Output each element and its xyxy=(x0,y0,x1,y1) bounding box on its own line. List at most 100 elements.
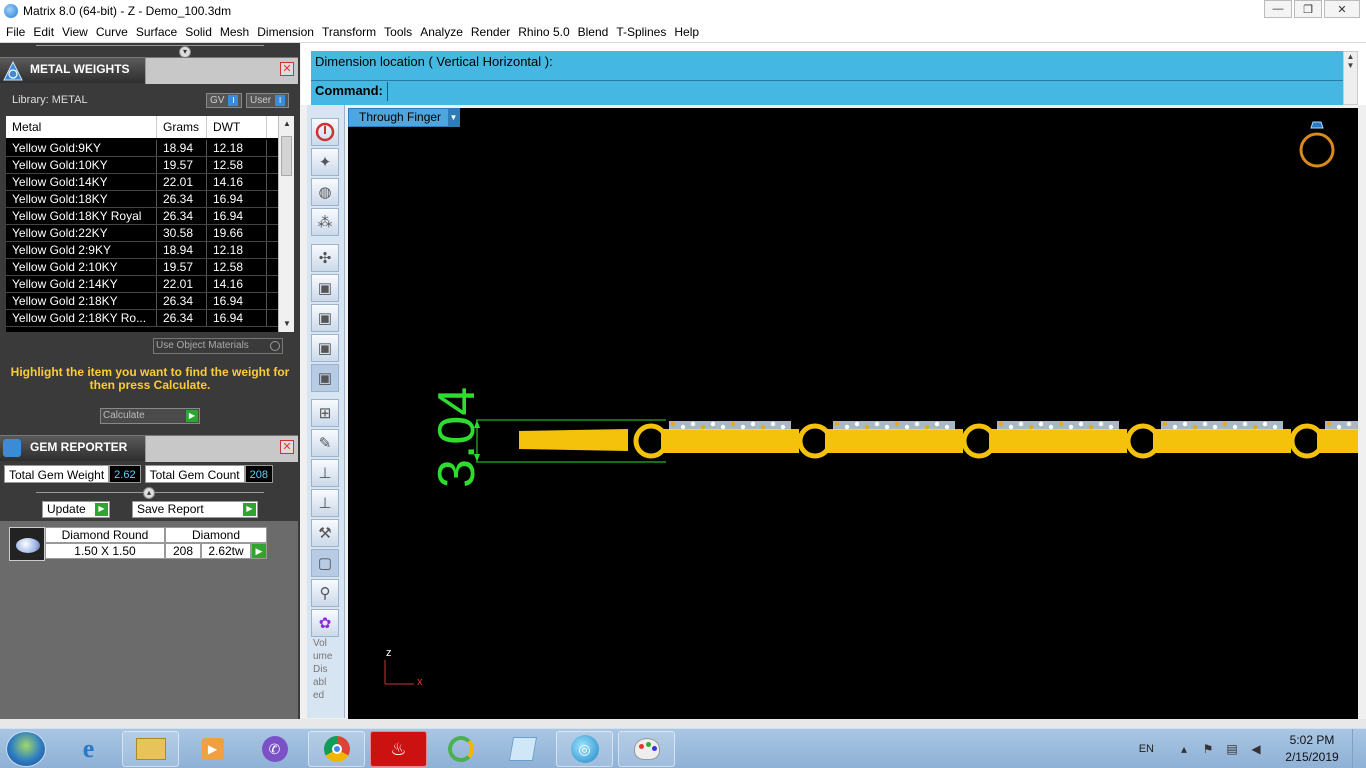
user-toggle[interactable]: User I xyxy=(246,93,290,108)
column-metal[interactable]: Metal xyxy=(6,116,157,138)
viewport-canvas[interactable]: 3.04 z x xyxy=(348,108,1358,719)
menu-rhino[interactable]: Rhino 5.0 xyxy=(514,25,573,39)
scroll-thumb[interactable] xyxy=(281,136,292,176)
coccoc-icon[interactable] xyxy=(432,731,489,767)
clock[interactable]: 5:02 PM 2/15/2019 xyxy=(1272,732,1352,766)
metal-table-scrollbar[interactable]: ▲ ▼ xyxy=(278,116,294,332)
radio-icon[interactable] xyxy=(270,341,280,351)
off-tool-icon[interactable]: ⊥ xyxy=(311,459,339,487)
notepad-icon[interactable] xyxy=(494,731,551,767)
scroll-up-icon[interactable]: ▲ xyxy=(1344,52,1357,61)
menu-mesh[interactable]: Mesh xyxy=(216,25,253,39)
menu-tsplines[interactable]: T-Splines xyxy=(612,25,670,39)
box-view-4-icon[interactable]: ▣ xyxy=(311,364,339,392)
scroll-down-icon[interactable]: ▼ xyxy=(1344,61,1357,70)
maximize-button[interactable]: ❐ xyxy=(1294,0,1322,18)
internet-explorer-icon[interactable]: e xyxy=(60,731,117,767)
gem-list-item[interactable]: Diamond Round Diamond 1.50 X 1.50 208 2.… xyxy=(9,527,267,561)
chrome-icon[interactable] xyxy=(308,731,365,767)
menu-view[interactable]: View xyxy=(58,25,92,39)
pinwheel-icon[interactable]: ✦ xyxy=(311,148,339,176)
walk-icon[interactable]: ⚲ xyxy=(311,579,339,607)
menu-transform[interactable]: Transform xyxy=(318,25,380,39)
hammer-icon[interactable]: ⚒ xyxy=(311,519,339,547)
menu-analyze[interactable]: Analyze xyxy=(416,25,467,39)
panel-splitter[interactable]: ▾ xyxy=(36,45,264,58)
speaker-icon[interactable]: ◀ xyxy=(1248,741,1264,757)
table-row[interactable]: Yellow Gold:9KY 18.94 12.18 xyxy=(6,140,278,157)
viber-icon[interactable]: ✆ xyxy=(246,731,303,767)
table-row[interactable]: Yellow Gold:10KY 19.57 12.58 xyxy=(6,157,278,174)
chevron-down-icon[interactable]: ▼ xyxy=(448,109,459,126)
menu-file[interactable]: File xyxy=(2,25,29,39)
menu-help[interactable]: Help xyxy=(670,25,703,39)
metal-weights-icon xyxy=(3,60,23,81)
column-grams[interactable]: Grams xyxy=(157,116,207,138)
network-icon[interactable]: ▤ xyxy=(1224,741,1240,757)
box-view-2-icon[interactable]: ▣ xyxy=(311,304,339,332)
use-object-materials-toggle[interactable]: Use Object Materials xyxy=(153,338,283,354)
scale-icon[interactable]: ⊞ xyxy=(311,399,339,427)
scroll-down-icon[interactable]: ▼ xyxy=(279,316,294,332)
table-row[interactable]: Yellow Gold 2:14KY 22.01 14.16 xyxy=(6,276,278,293)
globe-icon[interactable]: ◍ xyxy=(311,178,339,206)
r-tool-icon[interactable]: ⊥ xyxy=(311,489,339,517)
gem-weight: 2.62tw xyxy=(201,543,251,559)
menu-blend[interactable]: Blend xyxy=(574,25,613,39)
scroll-up-icon[interactable]: ▲ xyxy=(279,116,294,132)
menu-solid[interactable]: Solid xyxy=(181,25,216,39)
axes-move-icon[interactable]: ✣ xyxy=(311,244,339,272)
language-indicator[interactable]: EN xyxy=(1139,743,1154,755)
menu-edit[interactable]: Edit xyxy=(29,25,58,39)
show-desktop-button[interactable] xyxy=(1352,729,1366,768)
box-view-1-icon[interactable]: ▣ xyxy=(311,274,339,302)
gem-reporter-close-icon[interactable]: ✕ xyxy=(280,440,294,454)
table-row[interactable]: Yellow Gold:18KY 26.34 16.94 xyxy=(6,191,278,208)
file-explorer-icon[interactable] xyxy=(122,731,179,767)
start-button[interactable] xyxy=(6,731,46,767)
gem-go-icon[interactable]: ▶ xyxy=(251,543,267,559)
menu-tools[interactable]: Tools xyxy=(380,25,416,39)
chain-model[interactable] xyxy=(519,421,1358,459)
menu-curve[interactable]: Curve xyxy=(92,25,132,39)
pen-tool-icon[interactable]: ✎ xyxy=(311,429,339,457)
close-button[interactable]: ✕ xyxy=(1324,0,1360,18)
table-row[interactable]: Yellow Gold:18KY Royal 26.34 16.94 xyxy=(6,208,278,225)
table-row[interactable]: Yellow Gold 2:18KY 26.34 16.94 xyxy=(6,293,278,310)
media-player-icon[interactable]: ▶ xyxy=(184,731,241,767)
splitter-up-icon[interactable]: ▴ xyxy=(143,487,155,499)
menu-render[interactable]: Render xyxy=(467,25,514,39)
h-button-icon[interactable]: ▢ xyxy=(311,549,339,577)
matrix-icon[interactable]: ◎ xyxy=(556,731,613,767)
show-hidden-icons-icon[interactable]: ▴ xyxy=(1176,741,1192,757)
paint-icon[interactable] xyxy=(618,731,675,767)
table-row[interactable]: Yellow Gold 2:10KY 19.57 12.58 xyxy=(6,259,278,276)
power-icon[interactable] xyxy=(311,118,339,146)
column-dwt[interactable]: DWT xyxy=(207,116,267,138)
gears-icon[interactable]: ✿ xyxy=(311,609,339,637)
update-button[interactable]: Update ▶ xyxy=(42,501,110,518)
action-center-flag-icon[interactable]: ⚑ xyxy=(1200,741,1216,757)
table-row[interactable]: Yellow Gold:22KY 30.58 19.66 xyxy=(6,225,278,242)
ring-view-icon[interactable] xyxy=(1299,121,1335,168)
nodes-icon[interactable]: ⁂ xyxy=(311,208,339,236)
calculate-button[interactable]: Calculate ▶ xyxy=(100,408,200,424)
table-row[interactable]: Yellow Gold:14KY 22.01 14.16 xyxy=(6,174,278,191)
table-row[interactable]: Yellow Gold 2:9KY 18.94 12.18 xyxy=(6,242,278,259)
box-view-3-icon[interactable]: ▣ xyxy=(311,334,339,362)
table-row[interactable]: Yellow Gold 2:18KY Ro... 26.34 16.94 xyxy=(6,310,278,327)
garena-icon[interactable]: ♨ xyxy=(370,731,427,767)
command-scrollbar[interactable]: ▲ ▼ xyxy=(1343,51,1358,105)
gem-splitter[interactable]: ▴ xyxy=(36,487,264,499)
menu-dimension[interactable]: Dimension xyxy=(253,25,318,39)
command-input[interactable] xyxy=(387,82,1339,101)
metal-weights-close-icon[interactable]: ✕ xyxy=(280,62,294,76)
gem-reporter-title: GEM REPORTER xyxy=(30,440,128,454)
save-report-button[interactable]: Save Report ▶ xyxy=(132,501,258,518)
gem-stone xyxy=(1048,424,1054,430)
gv-toggle[interactable]: GV I xyxy=(206,93,243,108)
menu-surface[interactable]: Surface xyxy=(132,25,181,39)
viewport[interactable]: 3.04 z x Through Finger ▼ xyxy=(348,108,1358,719)
view-dropdown[interactable]: Through Finger ▼ xyxy=(348,108,460,127)
minimize-button[interactable]: — xyxy=(1264,0,1292,18)
